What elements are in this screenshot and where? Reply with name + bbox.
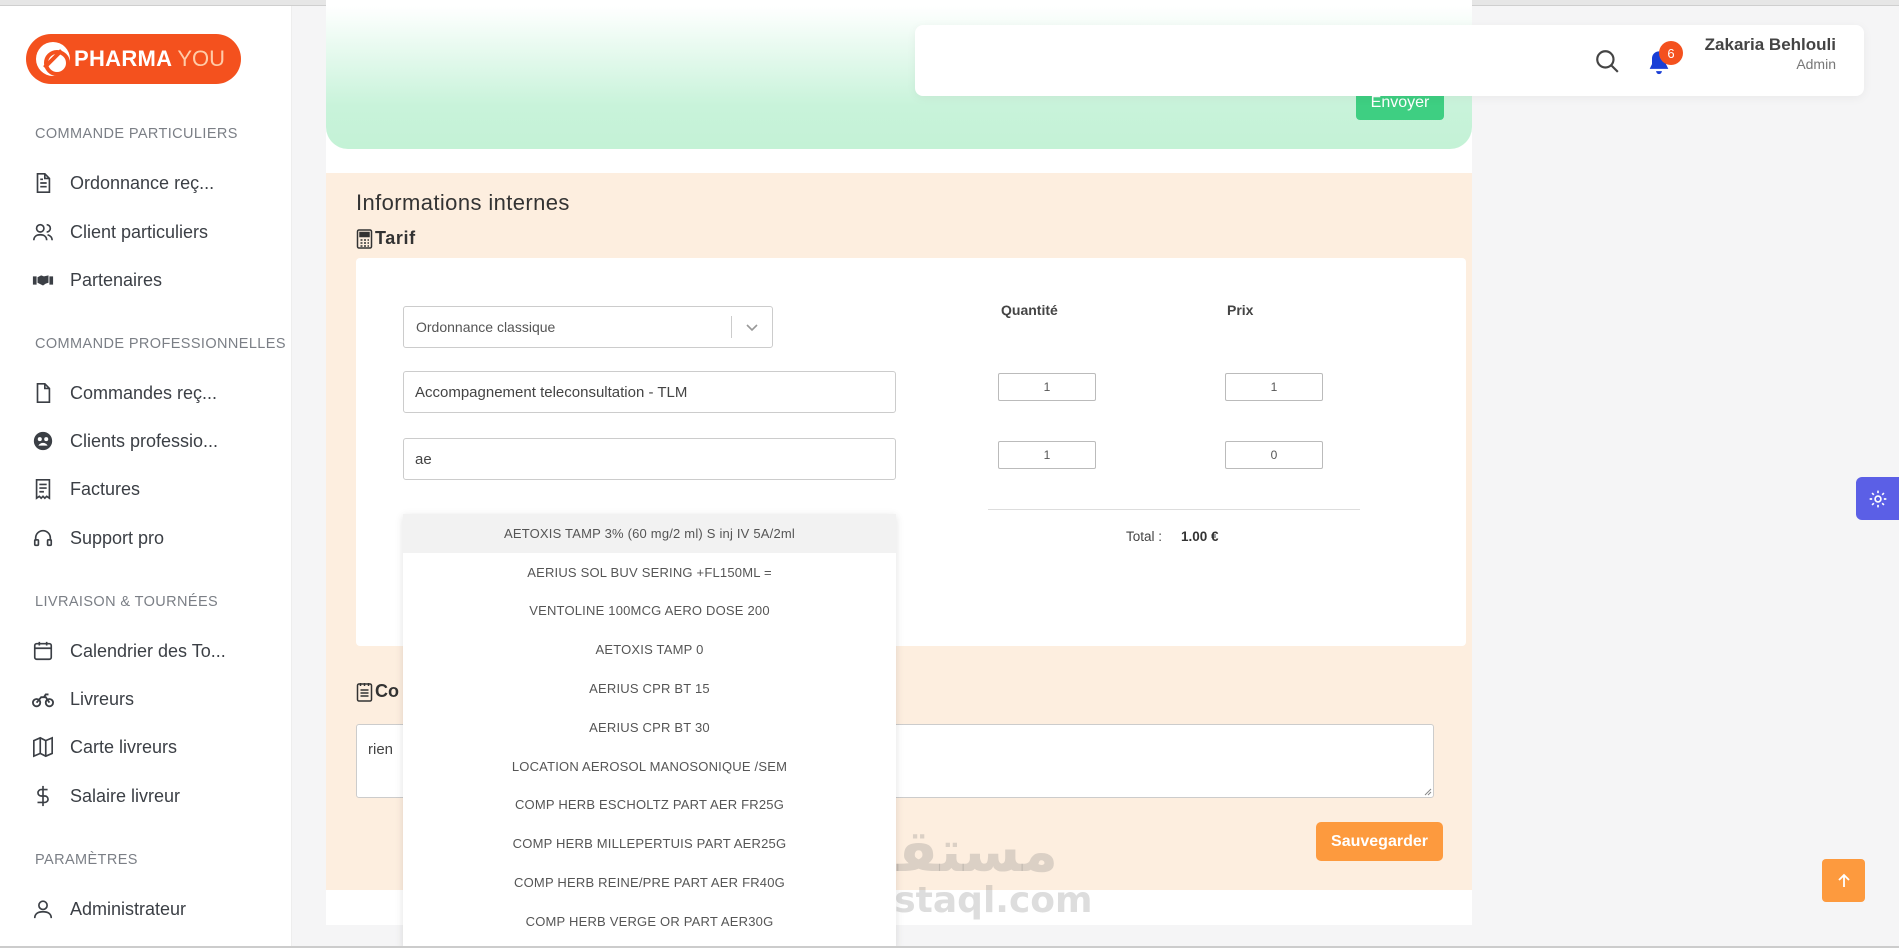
dropdown-option[interactable]: AERIUS SOL BUV SERING +FL150ML = [403,553,896,592]
notification-badge: 6 [1659,41,1683,65]
comment-title-text: Co [375,681,399,701]
sidebar-item-label: Administrateur [70,898,187,919]
tarif-type-select[interactable]: Ordonnance classique [403,306,773,348]
sidebar-item-partenaires[interactable]: Partenaires [32,265,162,295]
sidebar-item-label: Salaire livreur [70,785,181,806]
sidebar-item-label: Commandes reç... [70,382,218,403]
user-circle-icon [33,431,53,451]
logo-brand-accent: YOU [177,46,226,71]
quantity-input[interactable]: 1 [998,373,1096,401]
sidebar-item-commandes-recues[interactable]: Commandes reç... [32,378,217,408]
total-value: 1.00 € [1181,529,1219,544]
section-commande-professionnelles: COMMANDE PROFESSIONNELLES [35,336,286,352]
search-icon[interactable] [1594,48,1620,74]
price-input[interactable]: 1 [1225,373,1323,401]
quantity-column-header: Quantité [1001,302,1058,318]
user-icon [33,900,53,919]
notepad-icon [356,682,373,702]
sidebar-item-label: Partenaires [70,269,163,290]
total-divider [988,509,1360,510]
section-commande-particuliers: COMMANDE PARTICULIERS [35,126,238,142]
tarif-title-text: Tarif [375,228,416,248]
headset-icon [33,529,53,547]
pharmayou-logo[interactable]: PHARMA YOU [26,34,241,84]
chevron-down-icon[interactable] [745,320,759,334]
product-search-input[interactable]: ae [403,438,896,480]
comment-heading: Co [356,681,399,702]
sidebar-item-label: Livreurs [70,688,135,709]
arrow-up-icon [1837,873,1850,887]
sidebar-item-label: Client particuliers [70,221,209,242]
quantity-input[interactable]: 1 [998,441,1096,469]
user-role: Admin [1796,56,1836,72]
sidebar-item-factures[interactable]: Factures [32,474,140,504]
page-section-title: Informations internes [356,190,570,215]
dropdown-option[interactable]: COMP HERB VERGE OR PART AER30G [403,902,896,941]
dropdown-option[interactable]: AERIUS CPR BT 30 [403,708,896,747]
section-parametres: PARAMÈTRES [35,852,138,868]
dropdown-option[interactable]: COMP HERB ESCHOLTZ PART AER FR25G [403,786,896,825]
gear-icon [1869,490,1886,507]
dropdown-option[interactable]: AERIUS CPR BT 15 [403,669,896,708]
users-icon [33,223,53,241]
sidebar-item-calendrier[interactable]: Calendrier des To... [32,636,226,666]
sidebar-item-support-pro[interactable]: Support pro [32,523,164,553]
scroll-to-top-button[interactable] [1822,859,1865,902]
sidebar-item-livreurs[interactable]: Livreurs [32,684,134,714]
dropdown-option[interactable]: LOCATION AEROSOL MANOSONIQUE /SEM [403,747,896,786]
sidebar-item-clients-particuliers[interactable]: Client particuliers [32,217,208,247]
dropdown-option[interactable]: AETOXIS TAMP 0 [403,630,896,669]
sidebar-item-label: Ordonnance reç... [70,172,215,193]
handshake-icon [32,275,54,286]
tarif-heading: Tarif [356,228,416,249]
sidebar-item-salaire-livreur[interactable]: Salaire livreur [32,781,180,811]
price-column-header: Prix [1227,302,1254,318]
logo-brand-text: PHARMA [74,46,173,71]
dropdown-option[interactable]: VENTOLINE 100MCG AERO DOSE 200 [403,592,896,631]
dropdown-option[interactable]: COMP HERB MILLEPERTUIS PART AER25G [403,824,896,863]
sauvegarder-button[interactable]: Sauvegarder [1316,822,1443,861]
sidebar-item-clients-professionnels[interactable]: Clients professio... [32,426,218,456]
sidebar-item-administrateur[interactable]: Administrateur [32,894,186,924]
price-input[interactable]: 0 [1225,441,1323,469]
section-livraison-tournees: LIVRAISON & TOURNÉES [35,594,219,610]
sidebar-item-label: Calendrier des To... [70,640,226,661]
product-input[interactable]: Accompagnement teleconsultation - TLM [403,371,896,413]
sidebar-item-carte-livreurs[interactable]: Carte livreurs [32,732,177,762]
sidebar-item-label: Support pro [70,527,165,548]
calculator-icon [356,228,373,249]
sidebar-item-label: Factures [70,478,141,499]
dropdown-option[interactable]: COMP HERB REINE/PRE PART AER FR40G [403,863,896,902]
map-icon [33,736,53,758]
sidebar-item-ordonnances[interactable]: Ordonnance reç... [32,168,214,198]
select-separator [731,316,732,338]
calendar-icon [33,641,53,661]
sidebar-item-label: Clients professio... [70,430,219,451]
dropdown-option[interactable]: AETOXIS TAMP 3% (60 mg/2 ml) S inj IV 5A… [403,514,896,553]
dollar-icon [37,785,49,807]
invoice-icon [35,479,51,500]
pharmacy-logo-icon [36,42,70,76]
file-icon [36,383,51,403]
document-icon [36,173,51,193]
product-autocomplete-dropdown: AETOXIS TAMP 3% (60 mg/2 ml) S inj IV 5A… [403,514,896,948]
settings-tab[interactable] [1856,477,1899,520]
user-name[interactable]: Zakaria Behlouli [1705,35,1836,55]
total-label: Total : [1126,529,1163,544]
motorcycle-icon [32,693,54,708]
sidebar: PHARMA YOU COMMANDE PARTICULIERS Ordonna… [0,6,292,948]
select-value: Ordonnance classique [416,319,556,335]
resize-grip-icon[interactable] [1422,786,1432,796]
sidebar-item-label: Carte livreurs [70,736,178,757]
